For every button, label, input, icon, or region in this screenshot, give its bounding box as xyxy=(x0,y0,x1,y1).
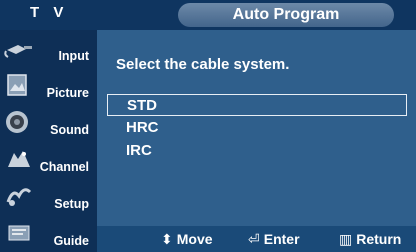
sidebar-item-label: Guide xyxy=(53,234,89,248)
sidebar-item-channel[interactable]: Channel xyxy=(0,141,97,178)
channel-icon xyxy=(8,151,30,167)
sidebar-item-sound[interactable]: Sound xyxy=(0,104,97,141)
return-hint: ▥ Return xyxy=(339,231,401,248)
option-irc[interactable]: IRC xyxy=(107,140,407,162)
sidebar-item-label: Input xyxy=(58,49,89,63)
prompt-text: Select the cable system. xyxy=(116,56,290,73)
up-down-arrow-icon: ⬍ xyxy=(161,231,173,247)
guide-icon xyxy=(8,225,30,241)
sidebar-item-label: Setup xyxy=(54,197,89,211)
move-hint: ⬍ Move xyxy=(161,231,213,248)
enter-label: Enter xyxy=(263,231,300,247)
sidebar-item-label: Channel xyxy=(39,160,89,174)
sound-speaker-icon xyxy=(6,111,28,133)
main-panel: Select the cable system. STD HRC IRC xyxy=(97,30,416,226)
setup-icon xyxy=(6,188,32,206)
enter-icon: ⏎ xyxy=(248,231,260,247)
input-plug-icon xyxy=(4,45,32,58)
source-label: T V xyxy=(30,4,69,21)
menu-title: Auto Program xyxy=(178,3,394,27)
enter-hint: ⏎ Enter xyxy=(248,231,300,248)
return-label: Return xyxy=(356,231,402,247)
hint-bar: ⬍ Move ⏎ Enter ▥ Return xyxy=(97,226,416,252)
option-std[interactable]: STD xyxy=(107,94,407,116)
picture-icon xyxy=(7,74,27,96)
sidebar-item-picture[interactable]: Picture xyxy=(0,67,97,104)
sidebar-item-setup[interactable]: Setup xyxy=(0,178,97,215)
return-icon: ▥ xyxy=(339,231,353,247)
tv-osd-screen: T V Auto Program Input Picture Sound Cha… xyxy=(0,0,416,252)
sidebar-item-label: Picture xyxy=(46,86,89,100)
move-label: Move xyxy=(176,231,213,247)
option-hrc[interactable]: HRC xyxy=(107,117,407,139)
sidebar-item-label: Sound xyxy=(50,123,89,137)
sidebar: Input Picture Sound Channel Setup Guide xyxy=(0,30,97,252)
title-bar: T V Auto Program xyxy=(0,0,416,30)
sidebar-item-guide[interactable]: Guide xyxy=(0,215,97,252)
sidebar-item-input[interactable]: Input xyxy=(0,30,97,67)
